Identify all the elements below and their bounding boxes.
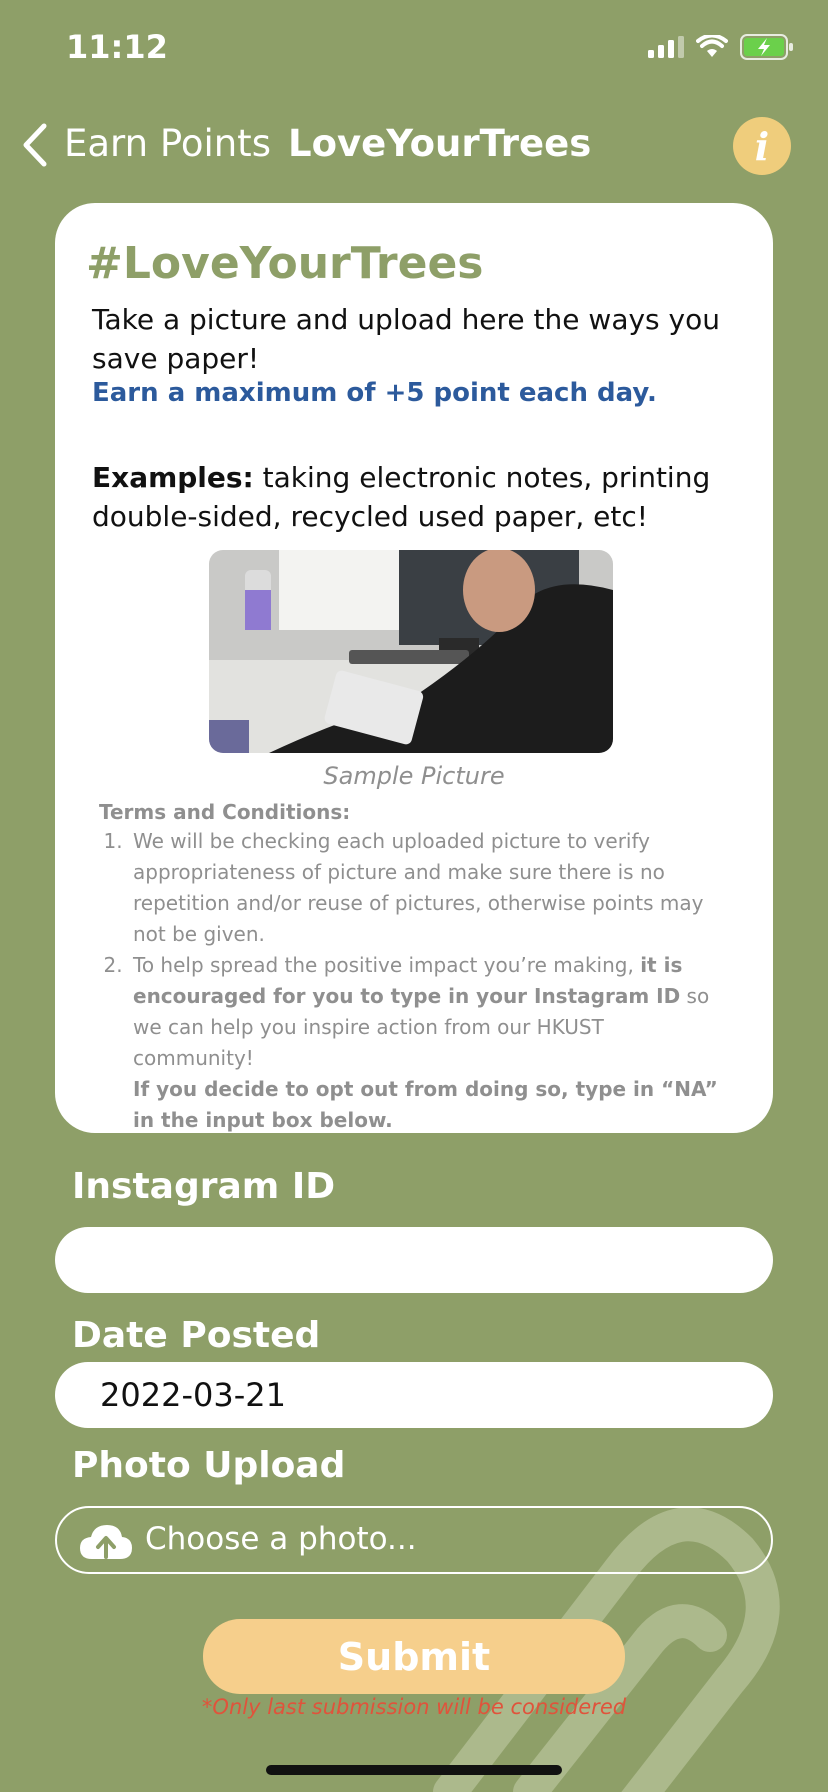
instagram-id-input[interactable]	[55, 1227, 773, 1293]
term-item: To help spread the positive impact you’r…	[129, 950, 724, 1136]
photo-upload-label: Photo Upload	[72, 1445, 346, 1486]
term-1-text: We will be checking each uploaded pictur…	[133, 829, 704, 946]
date-posted-value: 2022-03-21	[100, 1376, 286, 1414]
cloud-upload-icon	[80, 1525, 132, 1559]
date-posted-input[interactable]: 2022-03-21	[55, 1362, 773, 1428]
submit-button[interactable]: Submit	[203, 1619, 625, 1694]
card-description: Take a picture and upload here the ways …	[92, 303, 720, 375]
term-2-text-d: If you decide to opt out from doing so, …	[133, 1077, 718, 1132]
instagram-id-label: Instagram ID	[72, 1166, 336, 1207]
chevron-left-icon[interactable]	[18, 120, 52, 170]
paperclip-watermark	[433, 1507, 780, 1792]
photo-upload-placeholder[interactable]: Choose a photo...	[145, 1521, 417, 1557]
term-item: We will be checking each uploaded pictur…	[129, 826, 724, 950]
card-title: #LoveYourTrees	[86, 238, 484, 289]
examples-label: Examples:	[92, 461, 254, 494]
examples-text: Examples: taking electronic notes, print…	[92, 458, 732, 536]
info-button[interactable]: i	[733, 117, 791, 175]
info-icon: i	[754, 123, 770, 169]
terms-list: We will be checking each uploaded pictur…	[104, 826, 724, 1136]
submission-note: *Only last submission will be considered	[201, 1695, 627, 1719]
date-posted-label: Date Posted	[72, 1315, 321, 1356]
sample-picture-caption: Sample Picture	[323, 762, 505, 790]
back-button-label[interactable]: Earn Points	[64, 122, 271, 165]
points-highlight: Earn a maximum of +5 point each day.	[92, 378, 657, 408]
status-time: 11:12	[66, 28, 168, 66]
terms-title: Terms and Conditions:	[99, 800, 351, 824]
signal-icon	[648, 36, 684, 58]
sample-picture	[209, 550, 613, 753]
home-indicator[interactable]	[266, 1765, 562, 1775]
wifi-icon	[696, 35, 728, 57]
battery-charging-icon	[740, 34, 793, 60]
page-title: LoveYourTrees	[288, 122, 592, 165]
term-2-text-a: To help spread the positive impact you’r…	[133, 953, 641, 977]
status-icons	[648, 34, 794, 60]
